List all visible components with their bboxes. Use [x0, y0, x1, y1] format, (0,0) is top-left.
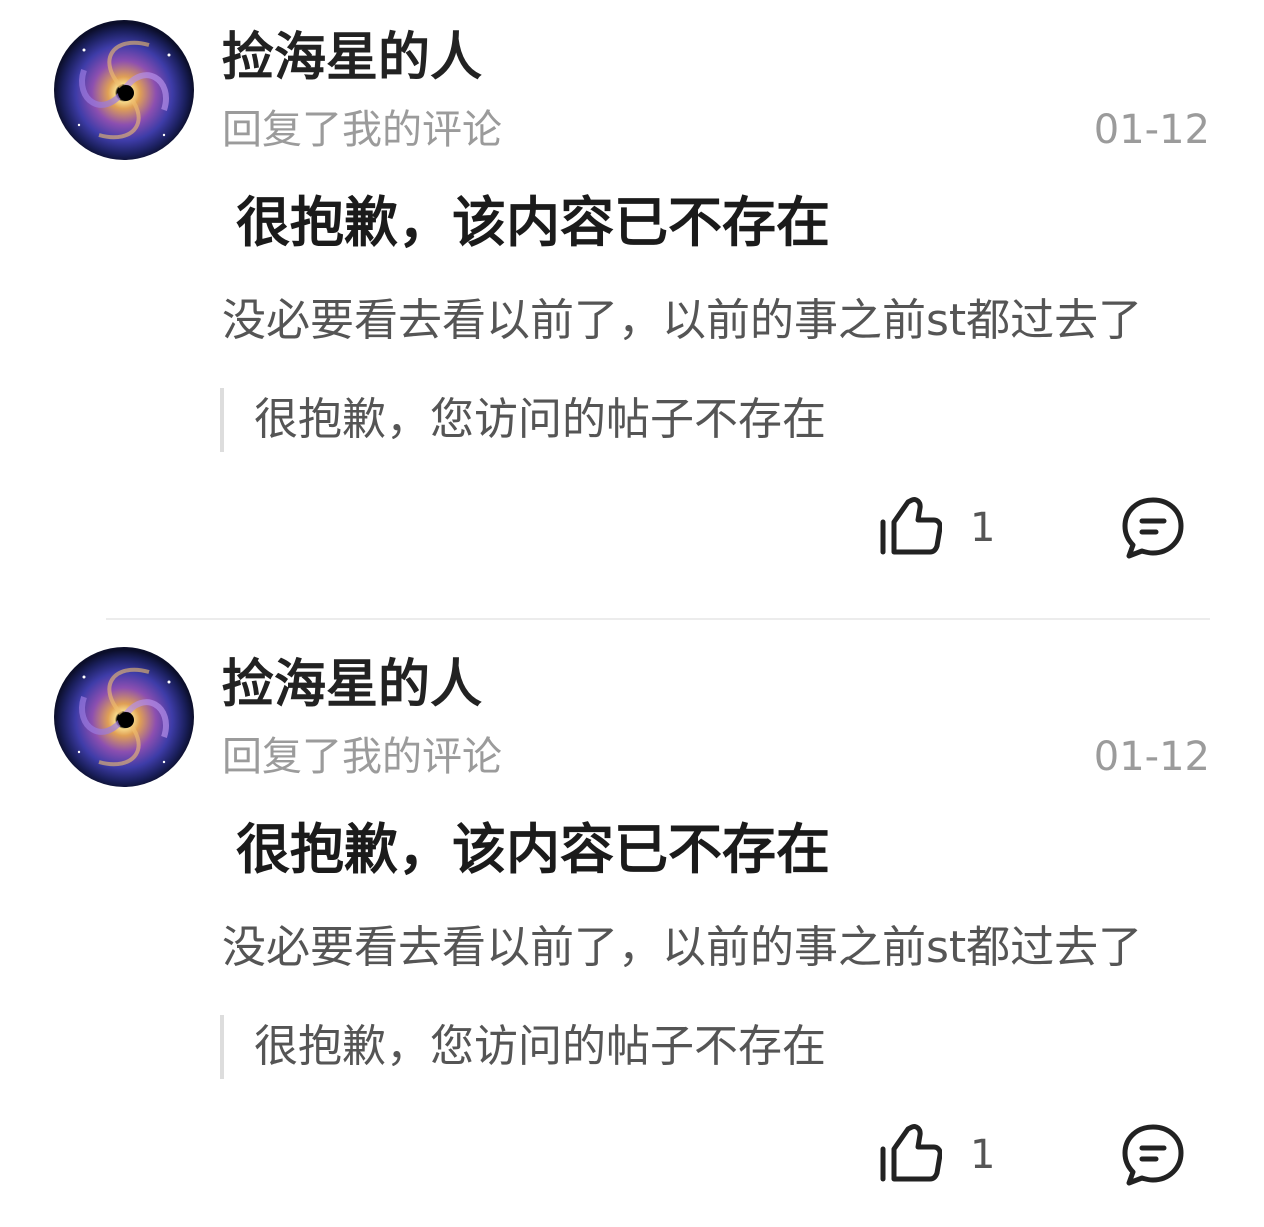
avatar[interactable]: [54, 647, 194, 787]
thumbs-up-icon: [880, 1124, 943, 1182]
galaxy-avatar-image: [77, 667, 171, 767]
like-count: 1: [970, 1132, 996, 1178]
notification-item[interactable]: 捡海星的人 回复了我的评论 01-12 很抱歉，该内容已不存在 没必要看去看以前…: [0, 627, 1264, 1227]
comment-button[interactable]: [1120, 1123, 1186, 1187]
quoted-comment[interactable]: 很抱歉，您访问的帖子不存在: [220, 1015, 826, 1079]
comment-bubble-icon: [1122, 1124, 1184, 1186]
reply-text: 没必要看去看以前了，以前的事之前st都过去了: [222, 295, 1143, 346]
galaxy-avatar-image: [77, 40, 171, 140]
timestamp: 01-12: [1093, 734, 1210, 780]
like-count: 1: [970, 505, 996, 551]
notification-type: 回复了我的评论: [222, 734, 502, 780]
quoted-comment[interactable]: 很抱歉，您访问的帖子不存在: [220, 388, 826, 452]
divider: [106, 618, 1210, 620]
timestamp: 01-12: [1093, 107, 1210, 153]
like-button[interactable]: [878, 1123, 943, 1183]
avatar[interactable]: [54, 20, 194, 160]
username[interactable]: 捡海星的人: [222, 651, 482, 719]
reply-text: 没必要看去看以前了，以前的事之前st都过去了: [222, 922, 1143, 973]
comment-bubble-icon: [1122, 497, 1184, 559]
notification-type: 回复了我的评论: [222, 107, 502, 153]
comment-button[interactable]: [1120, 496, 1186, 560]
like-button[interactable]: [878, 496, 943, 556]
username[interactable]: 捡海星的人: [222, 24, 482, 92]
reply-content: 很抱歉，该内容已不存在: [236, 191, 830, 254]
notification-item[interactable]: 捡海星的人 回复了我的评论 01-12 很抱歉，该内容已不存在 没必要看去看以前…: [0, 0, 1264, 600]
reply-content: 很抱歉，该内容已不存在: [236, 818, 830, 881]
thumbs-up-icon: [880, 497, 943, 555]
